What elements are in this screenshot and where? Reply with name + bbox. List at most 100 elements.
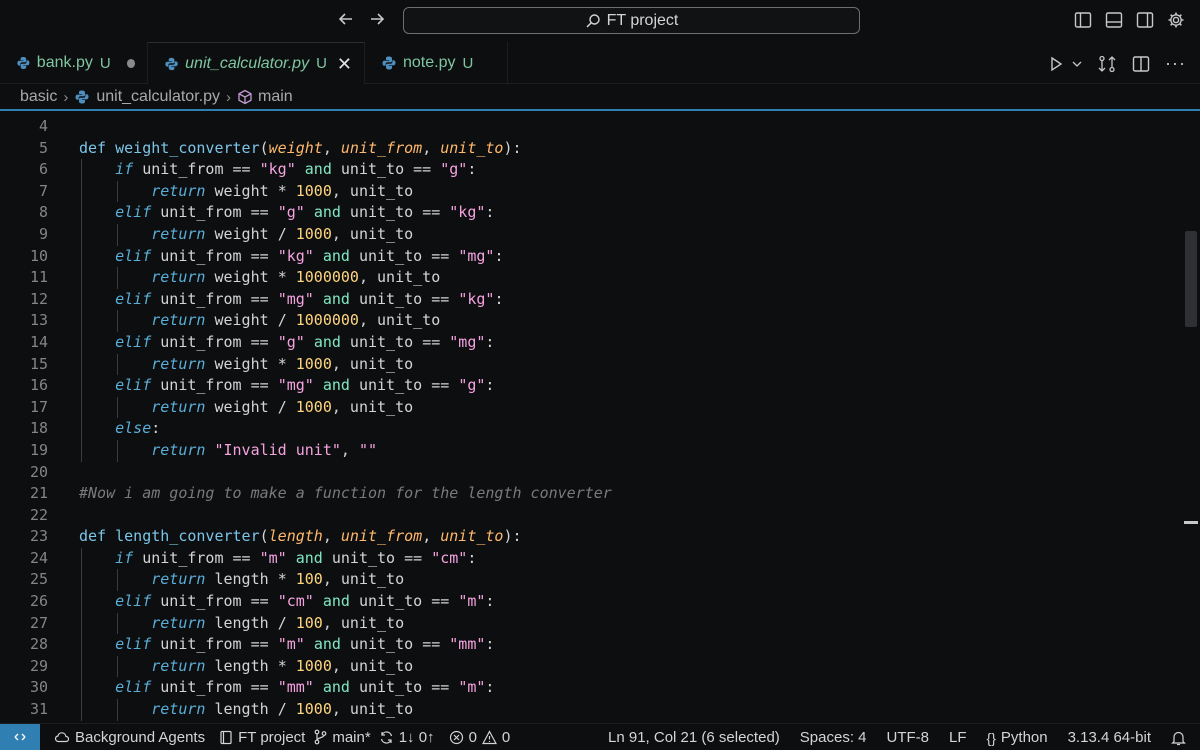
code-line[interactable]: 11 return weight * 1000000, unit_to [0, 267, 1200, 289]
code-line[interactable]: 16 elif unit_from == "mg" and unit_to ==… [0, 375, 1200, 397]
code-line[interactable]: 21 #Now i am going to make a function for… [0, 483, 1200, 505]
code-line[interactable]: 9 return weight / 1000, unit_to [0, 223, 1200, 246]
toggle-secondary-sidebar-icon[interactable] [1135, 10, 1155, 30]
code-line[interactable]: 29 return length * 1000, unit_to [0, 655, 1200, 678]
error-count: 0 [468, 728, 477, 746]
code-line[interactable]: 18 else: [0, 418, 1200, 440]
code-text: elif unit_from == "g" and unit_to == "mg… [115, 332, 495, 351]
line-number: 15 [29, 354, 48, 373]
encoding[interactable]: UTF-8 [887, 729, 930, 746]
code-line[interactable]: 25 return length * 100, unit_to [0, 569, 1200, 592]
search-label: FT project [606, 11, 679, 29]
code-text: elif unit_from == "mg" and unit_to == "k… [115, 289, 504, 308]
sync-label: 1↓ 0↑ [398, 728, 435, 746]
gear-icon[interactable] [1166, 10, 1186, 30]
code-text: return weight / 1000, unit_to [151, 397, 414, 416]
code-line[interactable]: 22 [0, 505, 1200, 527]
code-line[interactable]: 31 return length / 1000, unit_to [0, 699, 1200, 721]
bell-icon[interactable] [1171, 730, 1186, 746]
code-line[interactable]: 12 elif unit_from == "mg" and unit_to ==… [0, 288, 1200, 311]
background-agents-label: Background Agents [75, 728, 206, 746]
command-center-search[interactable]: FT project [403, 7, 860, 34]
code-line[interactable]: 5 def weight_converter(weight, unit_from,… [0, 138, 1200, 160]
end-of-line[interactable]: LF [949, 729, 967, 746]
code-line[interactable]: 27 return length / 100, unit_to [0, 612, 1200, 635]
code-line[interactable]: 17 return weight / 1000, unit_to [0, 396, 1200, 419]
line-number: 18 [29, 419, 48, 438]
remote-icon [14, 733, 26, 741]
code-text: return weight * 1000000, unit_to [151, 268, 441, 287]
code-line[interactable]: 24 if unit_from == "m" and unit_to == "c… [0, 547, 1200, 570]
toggle-panel-icon[interactable] [1104, 10, 1124, 30]
unsaved-dot-icon[interactable] [126, 58, 135, 68]
code-line[interactable]: 10 elif unit_from == "kg" and unit_to ==… [0, 245, 1200, 268]
line-number: 29 [29, 656, 48, 675]
tab-note-py[interactable]: note.py U [365, 42, 508, 84]
python-file-icon [382, 56, 396, 70]
chevron-down-icon[interactable] [1071, 58, 1083, 70]
breadcrumb-symbol[interactable]: main [258, 88, 293, 106]
code-line[interactable]: 8 elif unit_from == "g" and unit_to == "… [0, 202, 1200, 224]
code-line[interactable]: 14 elif unit_from == "g" and unit_to == … [0, 331, 1200, 354]
breadcrumb-folder[interactable]: basic [20, 88, 57, 106]
code-line[interactable]: 26 elif unit_from == "cm" and unit_to ==… [0, 591, 1200, 613]
language-mode[interactable]: {} Python [987, 729, 1048, 746]
project-icon [220, 730, 232, 744]
vertical-scrollbar[interactable] [1185, 231, 1197, 327]
run-python-file-icon[interactable] [1047, 55, 1065, 73]
branch-item[interactable]: main* [313, 728, 371, 746]
tab-unit-calculator-py[interactable]: unit_calculator.py U ✕ [148, 42, 365, 84]
close-icon[interactable]: ✕ [337, 55, 352, 73]
tab-bank-py[interactable]: bank.py U [0, 42, 148, 84]
code-line[interactable]: 19 return "Invalid unit", "" [0, 439, 1200, 462]
code-text: return length * 100, unit_to [151, 570, 405, 589]
arrow-left-icon[interactable] [334, 9, 358, 33]
code-line[interactable]: 30 elif unit_from == "mm" and unit_to ==… [0, 677, 1200, 700]
python-interpreter[interactable]: 3.13.4 64-bit [1068, 729, 1151, 746]
breadcrumb-file[interactable]: unit_calculator.py [96, 88, 220, 106]
line-number: 31 [29, 700, 48, 719]
branch-label: main* [332, 728, 371, 746]
problems-item[interactable]: 0 0 [449, 728, 510, 746]
line-number: 11 [29, 268, 48, 287]
compare-changes-icon[interactable] [1097, 54, 1117, 74]
code-text: return weight / 1000000, unit_to [151, 311, 441, 330]
code-line[interactable]: 13 return weight / 1000000, unit_to [0, 310, 1200, 332]
remote-indicator[interactable] [0, 723, 40, 750]
code-text: def weight_converter(weight, unit_from, … [79, 138, 522, 157]
cursor-position[interactable]: Ln 91, Col 21 (6 selected) [608, 729, 780, 746]
editor-tab-bar: bank.py U unit_calculator.py U ✕ note.py… [0, 42, 1200, 84]
code-line[interactable]: 4 [0, 116, 1200, 138]
error-icon [449, 730, 463, 744]
code-line[interactable]: 20 [0, 462, 1200, 484]
more-actions-icon[interactable]: ··· [1165, 53, 1186, 74]
language-label: Python [1000, 729, 1048, 746]
code-editor[interactable]: 4 5 def weight_converter(weight, unit_from… [0, 111, 1200, 723]
code-line[interactable]: 15 return weight * 1000, unit_to [0, 353, 1200, 376]
code-line[interactable]: 6 if unit_from == "kg" and unit_to == "g… [0, 159, 1200, 181]
code-line[interactable]: 23 def length_converter(length, unit_from… [0, 526, 1200, 548]
git-status-badge: U [462, 54, 474, 72]
toggle-primary-sidebar-icon[interactable] [1073, 10, 1093, 30]
split-editor-icon[interactable] [1131, 54, 1151, 74]
code-text: elif unit_from == "g" and unit_to == "kg… [115, 203, 495, 222]
indentation[interactable]: Spaces: 4 [800, 729, 867, 746]
sync-item[interactable]: 1↓ 0↑ [379, 729, 435, 746]
code-text: return length / 100, unit_to [151, 613, 405, 632]
code-line[interactable]: 28 elif unit_from == "m" and unit_to == … [0, 634, 1200, 656]
line-number: 30 [29, 678, 48, 697]
git-status-badge: U [99, 54, 111, 72]
line-number: 7 [38, 181, 48, 200]
line-number: 26 [29, 592, 48, 611]
project-item[interactable]: FT project [219, 729, 305, 746]
code-text: elif unit_from == "mm" and unit_to == "m… [115, 678, 495, 697]
code-line[interactable]: 7 return weight * 1000, unit_to [0, 180, 1200, 203]
line-number: 16 [29, 376, 48, 395]
code-text: elif unit_from == "m" and unit_to == "mm… [115, 635, 495, 654]
code-text: return length * 1000, unit_to [151, 656, 414, 675]
line-number: 14 [29, 332, 48, 351]
code-text: elif unit_from == "kg" and unit_to == "m… [115, 246, 504, 265]
arrow-right-icon[interactable] [365, 9, 389, 33]
background-agents-item[interactable]: Background Agents [54, 729, 205, 746]
git-status-badge: U [316, 55, 327, 72]
